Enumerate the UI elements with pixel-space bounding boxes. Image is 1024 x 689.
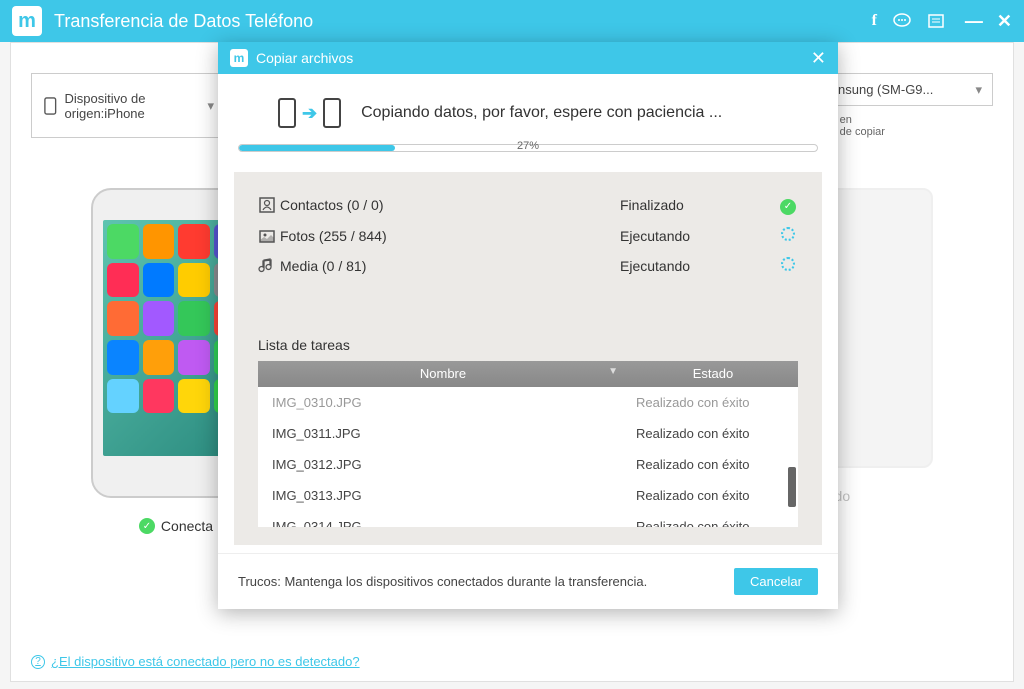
transfer-icon: ➔: [278, 98, 341, 128]
spinner-icon: [781, 257, 795, 271]
app-title: Transferencia de Datos Teléfono: [54, 11, 872, 32]
sort-icon: ▼: [608, 366, 618, 377]
target-device-label: nsung (SM-G9...: [838, 82, 933, 97]
column-name-header[interactable]: Nombre ▼: [258, 366, 628, 381]
dialog-logo: m: [230, 49, 248, 67]
target-device-select[interactable]: nsung (SM-G9... ▾: [825, 73, 993, 106]
dialog-titlebar: m Copiar archivos ✕: [218, 42, 838, 74]
minimize-button[interactable]: —: [965, 11, 983, 32]
task-state: Realizado con éxito: [636, 457, 790, 472]
task-name: IMG_0312.JPG: [266, 457, 636, 472]
task-row: IMG_0313.JPGRealizado con éxito: [258, 480, 798, 511]
chevron-down-icon: ▾: [207, 98, 214, 114]
help-link[interactable]: ? ¿El dispositivo está conectado pero no…: [31, 654, 360, 669]
source-device-select[interactable]: Dispositivo de origen:iPhone ▾: [31, 73, 225, 138]
task-row: IMG_0312.JPGRealizado con éxito: [258, 449, 798, 480]
category-label: Fotos (255 / 844): [280, 228, 620, 244]
task-list-title: Lista de tareas: [258, 331, 798, 361]
status-block: Contactos (0 / 0)Finalizado✓Fotos (255 /…: [234, 172, 822, 545]
source-device-label: Dispositivo de origen:iPhone: [65, 91, 212, 121]
task-row: IMG_0314.JPGRealizado con éxito: [258, 511, 798, 527]
contacts-icon: [258, 196, 280, 214]
task-rows: IMG_0310.JPGRealizado con éxitoIMG_0311.…: [258, 387, 798, 527]
dialog-close-button[interactable]: ✕: [811, 48, 826, 69]
window-controls: — ✕: [965, 11, 1012, 32]
cancel-button[interactable]: Cancelar: [734, 568, 818, 595]
chat-icon[interactable]: [893, 13, 911, 29]
copy-heading: Copiando datos, por favor, espere con pa…: [361, 104, 722, 122]
task-name: IMG_0311.JPG: [266, 426, 636, 441]
arrow-right-icon: ➔: [302, 103, 317, 124]
task-name: IMG_0313.JPG: [266, 488, 636, 503]
category-label: Media (0 / 81): [280, 258, 620, 274]
spinner-icon: [781, 227, 795, 241]
dialog-footer: Trucos: Mantenga los dispositivos conect…: [218, 553, 838, 609]
task-state: Realizado con éxito: [636, 519, 790, 527]
titlebar-social-icons: f: [872, 12, 945, 30]
task-row: IMG_0311.JPGRealizado con éxito: [258, 418, 798, 449]
media-icon: [258, 257, 280, 275]
help-icon: ?: [31, 655, 45, 669]
facebook-icon[interactable]: f: [872, 12, 877, 30]
task-table-header: Nombre ▼ Estado: [258, 361, 798, 387]
task-row: IMG_0310.JPGRealizado con éxito: [258, 387, 798, 418]
category-row: Media (0 / 81)Ejecutando: [258, 251, 798, 281]
check-icon: ✓: [139, 518, 155, 534]
photos-icon: [258, 227, 280, 245]
dialog-title: Copiar archivos: [256, 50, 353, 66]
column-state-header[interactable]: Estado: [628, 366, 798, 381]
tip-text: Trucos: Mantenga los dispositivos conect…: [238, 574, 647, 589]
source-connected-label: Conecta: [161, 518, 213, 534]
scroll-thumb[interactable]: [788, 467, 796, 507]
category-label: Contactos (0 / 0): [280, 197, 620, 213]
task-name: IMG_0314.JPG: [266, 519, 636, 527]
task-state: Realizado con éxito: [636, 395, 790, 410]
progress-percent-label: 27%: [238, 140, 818, 152]
chevron-down-icon: ▾: [975, 82, 982, 98]
info-text: os en es de copiar: [825, 110, 993, 138]
close-button[interactable]: ✕: [997, 11, 1012, 32]
phone-icon: [44, 96, 57, 116]
scrollbar[interactable]: [788, 387, 796, 527]
task-state: Realizado con éxito: [636, 488, 790, 503]
news-icon[interactable]: [927, 13, 945, 29]
category-state: Ejecutando: [620, 258, 778, 274]
category-state: Finalizado: [620, 197, 778, 213]
category-state: Ejecutando: [620, 228, 778, 244]
task-state: Realizado con éxito: [636, 426, 790, 441]
category-row: Fotos (255 / 844)Ejecutando: [258, 221, 798, 251]
copy-files-dialog: m Copiar archivos ✕ ➔ Copiando datos, po…: [218, 42, 838, 609]
done-icon: ✓: [780, 199, 796, 215]
task-name: IMG_0310.JPG: [266, 395, 636, 410]
titlebar: m Transferencia de Datos Teléfono f — ✕: [0, 0, 1024, 42]
app-logo: m: [12, 6, 42, 36]
category-row: Contactos (0 / 0)Finalizado✓: [258, 190, 798, 221]
